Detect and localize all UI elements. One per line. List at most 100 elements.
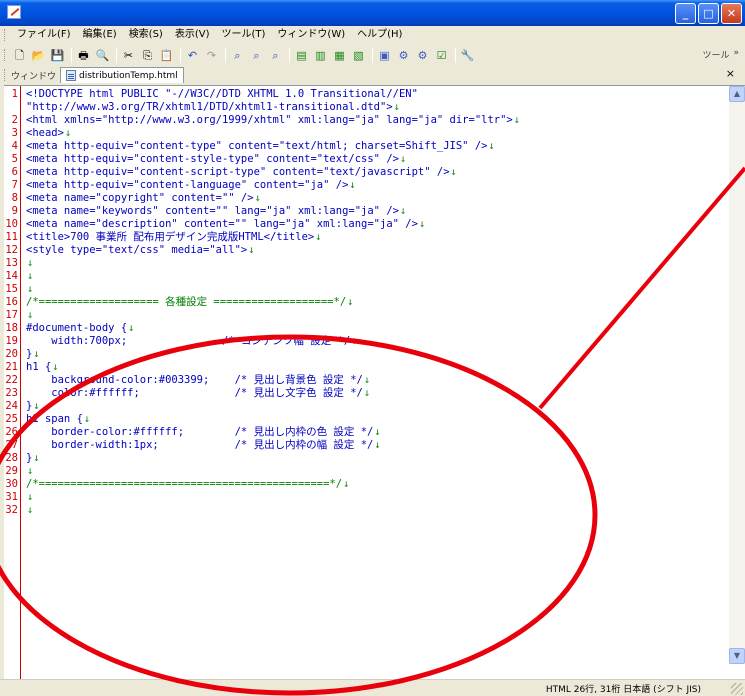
window-list-icon[interactable]: ▣ xyxy=(376,47,393,64)
code-line[interactable]: 6 <meta http-equiv="content-script-type" … xyxy=(4,166,729,179)
line-number: 26 xyxy=(5,426,18,438)
toolbar-separator xyxy=(180,47,181,63)
menu-file[interactable]: ファイル(F) xyxy=(11,26,77,44)
code-line[interactable]: 20} ↓ xyxy=(4,348,729,361)
toolbar-grip xyxy=(4,49,7,61)
macro-run-icon[interactable]: ⚙ xyxy=(414,47,431,64)
minimize-button[interactable]: _ xyxy=(675,3,696,24)
code-line[interactable]: 22 background-color:#003399; /* 見出し背景色 設… xyxy=(4,374,729,387)
line-number: 6 xyxy=(11,166,18,178)
close-tab-icon[interactable]: × xyxy=(726,67,735,80)
code-line[interactable]: 17 ↓ xyxy=(4,309,729,322)
line-text xyxy=(21,491,26,504)
code-line[interactable]: 30 /*====================================… xyxy=(4,478,729,491)
chevron-more-icon[interactable]: » xyxy=(733,48,739,61)
code-line[interactable]: 26 border-color:#ffffff; /* 見出し内枠の色 設定 *… xyxy=(4,426,729,439)
code-line[interactable]: 28} ↓ xyxy=(4,452,729,465)
paste-icon[interactable]: 📋 xyxy=(158,47,175,64)
line-text: <meta http-equiv="content-script-type" c… xyxy=(26,166,450,178)
menu-search[interactable]: 検索(S) xyxy=(123,26,169,44)
close-button[interactable]: ✕ xyxy=(721,3,742,24)
line-number: 13 xyxy=(5,257,18,269)
code-editor[interactable]: 1 <!DOCTYPE html PUBLIC "-//W3C//DTD XHTM… xyxy=(4,85,745,680)
print-preview-icon[interactable]: 🔍 xyxy=(94,47,111,64)
code-line[interactable]: 27 border-width:1px; /* 見出し内枠の幅 設定 */↓ xyxy=(4,439,729,452)
toolbar-overflow[interactable]: ツール » xyxy=(702,48,739,61)
code-line[interactable]: 31 ↓ xyxy=(4,491,729,504)
code-line[interactable]: 2 <html xmlns="http://www.w3.org/1999/xht… xyxy=(4,114,729,127)
code-line[interactable]: 23 color:#ffffff; /* 見出し文字色 設定 */↓ xyxy=(4,387,729,400)
code-line[interactable]: 5 <meta http-equiv="content-style-type" c… xyxy=(4,153,729,166)
newline-marker-icon: ↓ xyxy=(128,322,135,334)
code-line[interactable]: 8 <meta name="copyright" content="" /> ↓ xyxy=(4,192,729,205)
newline-marker-icon: ↓ xyxy=(399,205,407,217)
code-line[interactable]: 16 /*=================== 各種設定 ===========… xyxy=(4,296,729,309)
code-line[interactable]: 13 ↓ xyxy=(4,257,729,270)
code-line[interactable]: 19 width:700px; /* コンテンツ幅 設定 */↓ xyxy=(4,335,729,348)
menu-window[interactable]: ウィンドウ(W) xyxy=(271,26,351,44)
line-number: 11 xyxy=(5,231,18,243)
menu-help[interactable]: ヘルプ(H) xyxy=(351,26,408,44)
new-file-icon[interactable]: 🗋 xyxy=(11,47,28,64)
newline-marker-icon: ↓ xyxy=(393,101,400,113)
menu-view[interactable]: 表示(V) xyxy=(169,26,216,44)
code-line[interactable]: 11 <title>700 事業所 配布用デザイン完成版HTML</title> ↓ xyxy=(4,231,729,244)
code-text-area[interactable]: 1 <!DOCTYPE html PUBLIC "-//W3C//DTD XHTM… xyxy=(4,88,729,517)
line-number: 19 xyxy=(5,335,18,347)
code-line[interactable]: 25 h1 span {↓ xyxy=(4,413,729,426)
resize-grip[interactable] xyxy=(731,683,743,695)
maximize-button[interactable]: □ xyxy=(698,3,719,24)
code-line[interactable]: 15 ↓ xyxy=(4,283,729,296)
code-line[interactable]: 14 ↓ xyxy=(4,270,729,283)
view-split-icon[interactable]: ▥ xyxy=(312,47,329,64)
app-icon[interactable] xyxy=(7,5,21,19)
code-line[interactable]: 4 <meta http-equiv="content-type" content… xyxy=(4,140,729,153)
newline-marker-icon: ↓ xyxy=(349,179,356,191)
find-prev-icon[interactable]: ⌕ xyxy=(267,47,284,64)
newline-marker-icon: ↓ xyxy=(254,192,261,204)
code-line[interactable]: 24} ↓ xyxy=(4,400,729,413)
code-line[interactable]: 21 h1 {↓ xyxy=(4,361,729,374)
find-icon[interactable]: ⌕ xyxy=(229,47,246,64)
line-text: /*=================== 各種設定 =============… xyxy=(26,296,347,308)
cut-icon[interactable]: ✂ xyxy=(120,47,137,64)
print-icon[interactable]: 🖶 xyxy=(75,47,92,64)
code-line[interactable]: 12 <style type="text/css" media="all"> ↓ xyxy=(4,244,729,257)
line-number: 17 xyxy=(5,309,18,321)
tool-wrench-icon[interactable]: 🔧 xyxy=(459,47,476,64)
line-number: 7 xyxy=(11,179,18,191)
code-line[interactable]: 7 <meta http-equiv="content-language" con… xyxy=(4,179,729,192)
toolbar-separator xyxy=(455,47,456,63)
find-next-icon[interactable]: ⌕ xyxy=(248,47,265,64)
undo-icon[interactable]: ↶ xyxy=(184,47,201,64)
code-line[interactable]: 10 <meta name="description" content="" la… xyxy=(4,218,729,231)
line-number: 31 xyxy=(5,491,18,503)
code-line[interactable]: 3 <head> ↓ xyxy=(4,127,729,140)
code-line[interactable]: 1 <!DOCTYPE html PUBLIC "-//W3C//DTD XHTM… xyxy=(4,88,729,101)
view-single-icon[interactable]: ▤ xyxy=(293,47,310,64)
copy-icon[interactable]: ⎘ xyxy=(139,47,156,64)
newline-marker-icon: ↓ xyxy=(27,283,34,295)
code-line[interactable]: 29 ↓ xyxy=(4,465,729,478)
tab-document[interactable]: distributionTemp.html xyxy=(60,67,184,83)
save-icon[interactable]: 💾 xyxy=(49,47,66,64)
line-text: color:#ffffff; /* 見出し文字色 設定 */ xyxy=(26,387,363,399)
code-line[interactable]: 32 ↓ xyxy=(4,504,729,517)
menu-edit[interactable]: 編集(E) xyxy=(77,26,123,44)
line-text: h1 { xyxy=(26,361,52,373)
scroll-up-icon[interactable]: ▲ xyxy=(729,86,745,102)
newline-marker-icon: ↓ xyxy=(27,504,34,516)
view-tile-h-icon[interactable]: ▦ xyxy=(331,47,348,64)
menu-tools[interactable]: ツール(T) xyxy=(216,26,272,44)
view-tile-v-icon[interactable]: ▧ xyxy=(350,47,367,64)
settings-icon[interactable]: ☑ xyxy=(433,47,450,64)
open-folder-icon[interactable]: 📂 xyxy=(30,47,47,64)
redo-icon[interactable]: ↷ xyxy=(203,47,220,64)
code-line[interactable]: "http://www.w3.org/TR/xhtml1/DTD/xhtml1-… xyxy=(4,101,729,114)
macro-icon[interactable]: ⚙ xyxy=(395,47,412,64)
line-number xyxy=(4,101,21,114)
vertical-scrollbar[interactable]: ▲ ▼ xyxy=(729,86,745,664)
code-line[interactable]: 18 #document-body {↓ xyxy=(4,322,729,335)
code-line[interactable]: 9 <meta name="keywords" content="" lang="… xyxy=(4,205,729,218)
scroll-down-icon[interactable]: ▼ xyxy=(729,648,745,664)
